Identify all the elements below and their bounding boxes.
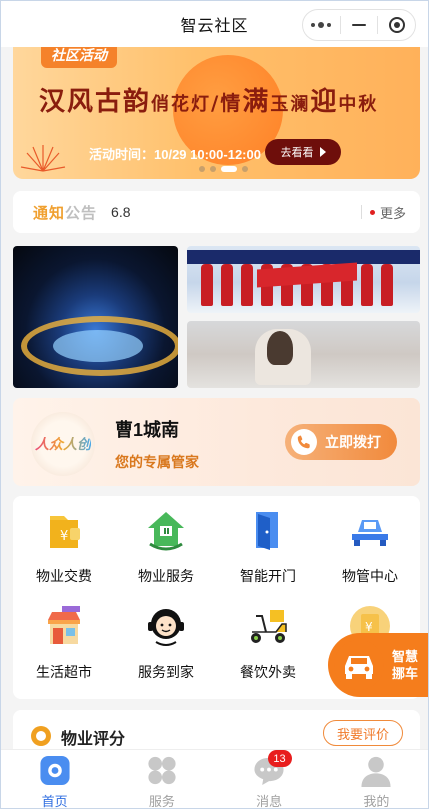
close-target-icon (388, 17, 405, 33)
rating-title: 物业评分 (61, 731, 126, 748)
message-badge: 13 (267, 750, 292, 767)
smart-move-car-button[interactable]: 智慧 挪车 (328, 633, 428, 697)
butler-card: 人众人创 曹1城南 您的专属管家 立即拨打 (13, 398, 420, 486)
more-dots-icon (311, 22, 332, 28)
car-icon (334, 640, 384, 690)
svg-text:¥: ¥ (60, 529, 68, 544)
service-item-management-center[interactable]: 物管中心 (319, 496, 421, 592)
payment-icon: ¥ (50, 516, 80, 548)
property-rating-section: 物业评分 我要评价 (13, 710, 420, 750)
delivery-scooter-icon (251, 610, 287, 643)
home-icon (40, 755, 70, 786)
service-item-property[interactable]: 物业服务 (115, 496, 217, 592)
pager-dot-active[interactable] (221, 166, 237, 172)
butler-avatar: 人众人创 (31, 412, 95, 476)
more-button[interactable] (303, 10, 340, 40)
service-item-food-delivery[interactable]: 餐饮外卖 (217, 592, 319, 688)
activity-banner[interactable]: 社区活动 汉风古韵俏花灯/情满玉澜迎中秋 活动时间：10/29 10:00-12… (13, 47, 420, 179)
call-now-button[interactable]: 立即拨打 (285, 424, 397, 460)
app-frame: 智云社区 社区活动 汉风古韵俏花灯/情满玉澜迎中秋 活动时间：10/29 10:… (0, 0, 429, 809)
news-photo-performer[interactable] (187, 321, 420, 388)
tab-mine[interactable]: 我的 (323, 750, 428, 808)
banner-go-button[interactable]: 去看看 (265, 139, 341, 165)
banner-pager (199, 166, 248, 172)
butler-subtitle: 您的专属管家 (115, 454, 199, 470)
service-item-home-service[interactable]: 服务到家 (115, 592, 217, 688)
service-item-smart-door[interactable]: 智能开门 (217, 496, 319, 592)
notice-bar[interactable]: 通知公告 6.8 更多 (13, 191, 420, 233)
banner-time: 活动时间：10/29 10:00-12:00 (89, 147, 261, 162)
smart-move-car-label: 智慧 挪车 (392, 649, 419, 681)
svg-text:¥: ¥ (365, 620, 373, 634)
close-button[interactable] (378, 10, 415, 40)
arrow-right-icon (319, 147, 326, 157)
bottom-tab-bar: 首页 服务 13 消息 我的 (1, 749, 428, 808)
red-dot-icon (369, 209, 375, 215)
page-title: 智云社区 (180, 18, 249, 35)
tab-service[interactable]: 服务 (108, 750, 215, 808)
notice-label: 通知公告 (33, 204, 98, 222)
pager-dot[interactable] (199, 166, 205, 172)
service-item-supermarket[interactable]: 生活超市 (13, 592, 115, 688)
firework-icon (20, 145, 66, 172)
house-service-icon (148, 512, 184, 551)
news-photo-skaters[interactable] (187, 246, 420, 313)
car-center-icon (352, 520, 388, 546)
phone-icon (291, 429, 317, 455)
home-service-icon (148, 609, 184, 646)
notice-text: 6.8 (111, 204, 131, 220)
minimize-button[interactable] (341, 10, 378, 40)
tab-messages[interactable]: 13 消息 (216, 750, 323, 808)
notice-more-link[interactable]: 更多 (369, 203, 406, 222)
minimize-icon (352, 24, 366, 26)
tab-home[interactable]: 首页 (1, 750, 108, 808)
service-grid-icon (148, 756, 176, 785)
rating-icon (31, 726, 51, 746)
banner-tag: 社区活动 (41, 47, 117, 68)
user-icon (361, 756, 391, 787)
pager-dot[interactable] (210, 166, 216, 172)
banner-headline: 汉风古韵俏花灯/情满玉澜迎中秋 (39, 87, 379, 117)
mini-program-capsule (302, 9, 416, 41)
news-photo-stadium[interactable] (13, 246, 178, 388)
service-item-payment[interactable]: ¥ 物业交费 (13, 496, 115, 592)
pager-dot[interactable] (242, 166, 248, 172)
title-bar: 智云社区 (1, 1, 428, 47)
butler-name: 曹1城南 (115, 420, 180, 440)
supermarket-icon (48, 606, 80, 644)
door-icon (256, 512, 278, 550)
rate-now-button[interactable]: 我要评价 (323, 720, 403, 746)
